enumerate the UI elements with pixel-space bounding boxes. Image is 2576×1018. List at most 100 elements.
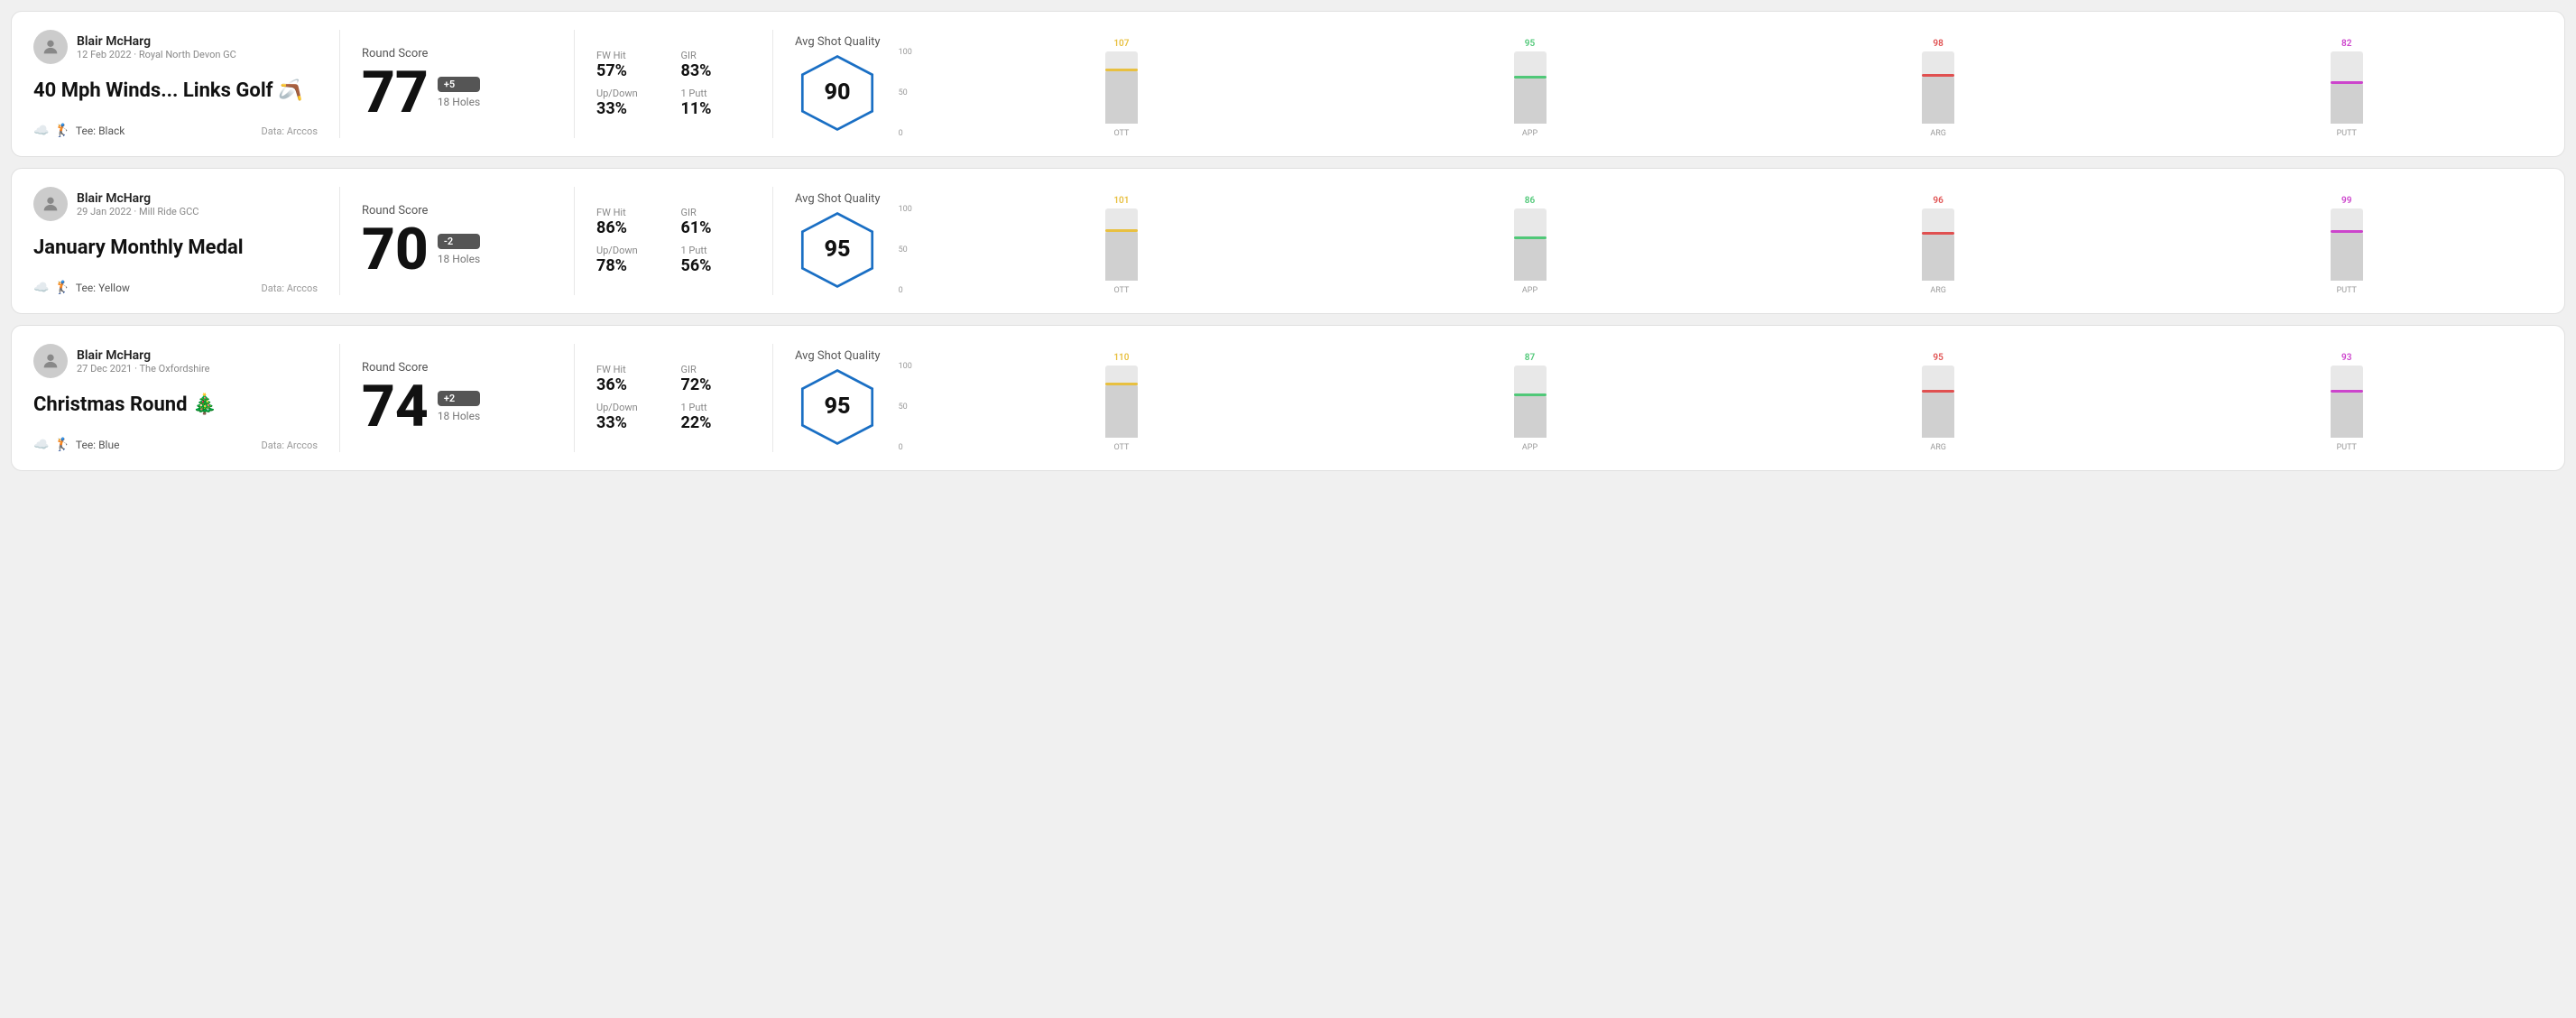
avatar[interactable] <box>33 30 68 64</box>
bar-chart: 100500101OTT86APP96ARG99PUTT <box>899 205 2543 295</box>
score-badge: -2 <box>438 234 480 249</box>
round-title: Christmas Round 🎄 <box>33 393 318 416</box>
avatar[interactable] <box>33 344 68 378</box>
bar-fill <box>2331 233 2363 281</box>
stat-item: FW Hit86% <box>596 207 667 237</box>
round-title: January Monthly Medal <box>33 236 318 259</box>
bar-line <box>2331 81 2363 84</box>
bar-top-label: 95 <box>1525 39 1535 49</box>
score-row: 74+218 Holes <box>362 378 552 436</box>
date-course: 27 Dec 2021 · The Oxfordshire <box>77 363 209 375</box>
stat-item: FW Hit57% <box>596 50 667 80</box>
bottom-row: ☁️ 🏌 Tee: Yellow Data: Arccos <box>33 281 318 295</box>
tee-label: Tee: Yellow <box>76 282 130 294</box>
bar-group: 110OTT <box>926 353 1318 452</box>
bar-fill <box>2331 393 2363 438</box>
bar-top-label: 95 <box>1933 353 1943 363</box>
user-name: Blair McHarg <box>77 34 236 49</box>
bar-fill <box>1922 393 1954 438</box>
bar-line <box>1514 76 1547 79</box>
stat-value: 83% <box>681 61 752 80</box>
stat-label: Up/Down <box>596 88 667 99</box>
bar-wrapper <box>1105 366 1138 438</box>
bar-group: 107OTT <box>926 39 1318 138</box>
stat-item: 1 Putt56% <box>681 245 752 275</box>
data-source: Data: Arccos <box>262 125 318 137</box>
weather-icon: ☁️ <box>33 438 49 452</box>
bar-wrapper <box>1514 51 1547 124</box>
bar-x-label: PUTT <box>2337 129 2357 138</box>
bar-top-label: 93 <box>2341 353 2351 363</box>
weather-icon: ☁️ <box>33 281 49 295</box>
stat-item: Up/Down33% <box>596 402 667 432</box>
round-card: Blair McHarg29 Jan 2022 · Mill Ride GCC J… <box>11 168 2565 314</box>
score-row: 77+518 Holes <box>362 64 552 122</box>
svg-text:95: 95 <box>825 393 851 420</box>
avg-shot-quality-label: Avg Shot Quality <box>795 35 881 49</box>
stat-value: 72% <box>681 375 752 394</box>
bar-top-label: 101 <box>1113 196 1129 206</box>
score-detail: -218 Holes <box>438 234 480 265</box>
score-row: 70 -218 Holes <box>362 221 552 279</box>
bar-wrapper <box>1922 208 1954 281</box>
stats-section: FW Hit57% GIR83% Up/Down33% 1 Putt11% <box>575 30 773 138</box>
bar-fill <box>1514 79 1547 124</box>
bar-wrapper <box>1922 51 1954 124</box>
bar-line <box>1922 232 1954 235</box>
stat-label: GIR <box>681 364 752 375</box>
stat-label: GIR <box>681 207 752 218</box>
user-row: Blair McHarg12 Feb 2022 · Royal North De… <box>33 30 318 64</box>
bar-wrapper <box>1514 366 1547 438</box>
stat-item: FW Hit36% <box>596 364 667 394</box>
stat-label: FW Hit <box>596 364 667 375</box>
bar-line <box>2331 390 2363 393</box>
bar-x-label: PUTT <box>2337 286 2357 295</box>
stat-value: 56% <box>681 256 752 275</box>
round-left-section: Blair McHarg12 Feb 2022 · Royal North De… <box>33 30 340 138</box>
bar-top-label: 107 <box>1113 39 1129 49</box>
tee-info: ☁️ 🏌 Tee: Blue <box>33 438 119 452</box>
bar-fill <box>2331 84 2363 124</box>
svg-text:95: 95 <box>825 236 851 263</box>
stat-item: GIR72% <box>681 364 752 394</box>
score-detail: +218 Holes <box>438 391 480 422</box>
bar-fill <box>1514 396 1547 438</box>
bar-x-label: PUTT <box>2337 443 2357 452</box>
stats-section: FW Hit86%GIR61%Up/Down78%1 Putt56% <box>575 187 773 295</box>
stat-value: 11% <box>681 99 752 118</box>
tee-label: Tee: Blue <box>76 439 120 451</box>
stat-value: 78% <box>596 256 667 275</box>
weather-icon: ☁️ <box>33 124 49 138</box>
stats-grid: FW Hit36%GIR72%Up/Down33%1 Putt22% <box>596 364 751 432</box>
bar-top-label: 98 <box>1933 39 1943 49</box>
bar-wrapper <box>2331 51 2363 124</box>
stat-item: Up/Down78% <box>596 245 667 275</box>
tee-info: ☁️ 🏌 Tee: Yellow <box>33 281 130 295</box>
bar-line <box>1514 236 1547 239</box>
stat-item: GIR83% <box>681 50 752 80</box>
bar-group: 93 PUTT <box>2150 353 2543 452</box>
user-row: Blair McHarg29 Jan 2022 · Mill Ride GCC <box>33 187 318 221</box>
bar-x-label: OTT <box>1113 286 1129 295</box>
stat-value: 36% <box>596 375 667 394</box>
bar-line <box>1922 74 1954 77</box>
hexagon: 95 <box>797 209 878 291</box>
stat-value: 33% <box>596 413 667 432</box>
user-name: Blair McHarg <box>77 348 209 363</box>
stat-label: 1 Putt <box>681 88 752 99</box>
bar-chart: 100500110OTT87APP95ARG93PUTT <box>899 362 2543 452</box>
avatar[interactable] <box>33 187 68 221</box>
score-number: 70 <box>362 221 429 279</box>
bar-group: 86APP <box>1334 196 1726 295</box>
y-label: 100 <box>899 362 912 371</box>
date-course: 29 Jan 2022 · Mill Ride GCC <box>77 206 199 217</box>
bar-x-label: ARG <box>1930 286 1946 295</box>
bar-group: 82PUTT <box>2150 39 2543 138</box>
stat-label: Up/Down <box>596 245 667 256</box>
hexagon: 95 <box>797 366 878 448</box>
stat-item: Up/Down33% <box>596 88 667 118</box>
bar-top-label: 110 <box>1113 353 1129 363</box>
bar-line <box>1514 393 1547 396</box>
y-axis: 100500 <box>899 205 912 295</box>
round-title: 40 Mph Winds... Links Golf 🪃 <box>33 79 318 102</box>
